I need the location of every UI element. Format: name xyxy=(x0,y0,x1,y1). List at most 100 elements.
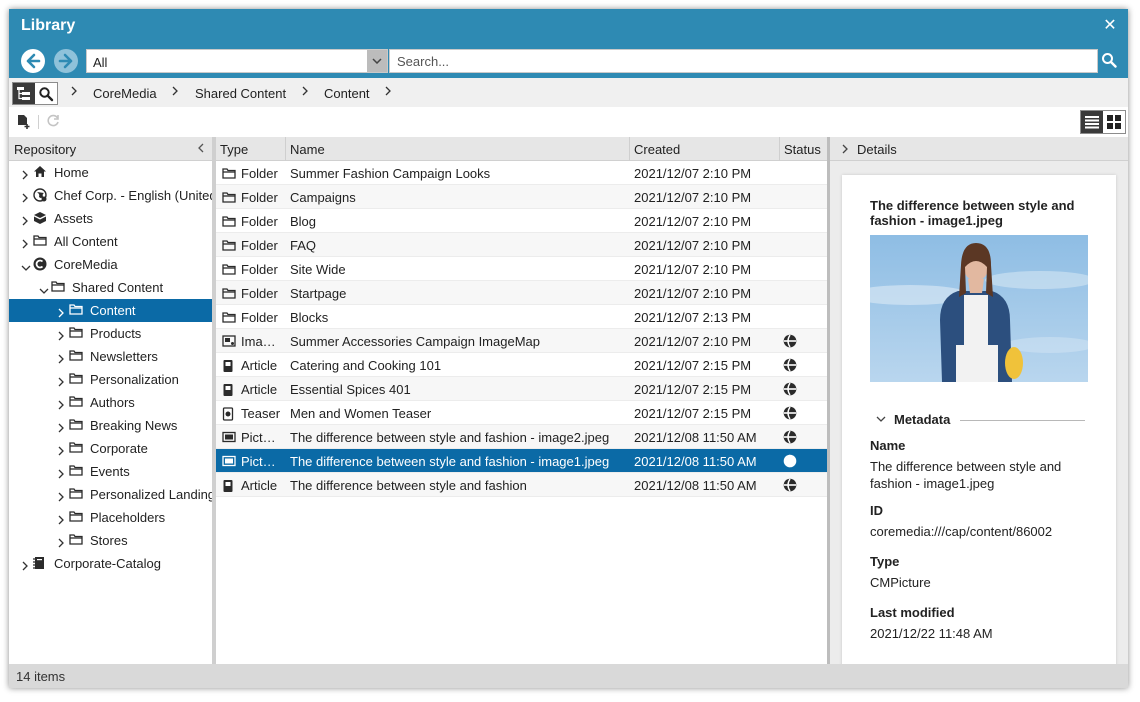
table-row[interactable]: Folder Startpage 2021/12/07 2:10 PM xyxy=(216,281,827,305)
cell-name: Blocks xyxy=(290,310,329,325)
folder-icon xyxy=(69,418,83,433)
tree-item-label: Content xyxy=(90,303,136,318)
chevron-right-icon[interactable] xyxy=(57,444,65,459)
cell-type: Teaser xyxy=(241,406,281,421)
table-row[interactable]: Imag… Summer Accessories Campaign ImageMa… xyxy=(216,329,827,353)
tree-item-newsletters[interactable]: Newsletters xyxy=(9,345,212,368)
chevron-right-icon[interactable] xyxy=(21,214,29,229)
cell-type: Article xyxy=(241,382,278,397)
table-row[interactable]: Folder Blog 2021/12/07 2:10 PM xyxy=(216,209,827,233)
tree-item-chef-corp-english-united[interactable]: Chef Corp. - English (United xyxy=(9,184,212,207)
metadata-section-header[interactable]: Metadata xyxy=(870,412,1088,428)
details-header[interactable]: Details xyxy=(830,137,1128,161)
tree-item-coremedia[interactable]: CoreMedia xyxy=(9,253,212,276)
type-filter-select[interactable]: All xyxy=(86,49,388,73)
collapse-panel-icon[interactable] xyxy=(197,142,205,154)
chevron-down-icon[interactable] xyxy=(367,50,387,72)
tree-item-stores[interactable]: Stores xyxy=(9,529,212,552)
chevron-right-icon[interactable] xyxy=(57,375,65,390)
tree-view-icon[interactable] xyxy=(13,83,35,104)
chevron-right-icon[interactable] xyxy=(21,237,29,252)
tree-item-home[interactable]: Home xyxy=(9,161,212,184)
table-row[interactable]: Folder Site Wide 2021/12/07 2:10 PM xyxy=(216,257,827,281)
folder-icon xyxy=(69,441,83,456)
list-view-icon[interactable] xyxy=(1081,111,1103,133)
column-header-created[interactable]: Created xyxy=(630,137,780,161)
tree-item-corporate-catalog[interactable]: Corporate-Catalog xyxy=(9,552,212,575)
tree-item-products[interactable]: Products xyxy=(9,322,212,345)
tree-item-content[interactable]: Content xyxy=(9,299,212,322)
item-count: 14 items xyxy=(16,669,66,684)
tree-item-assets[interactable]: Assets xyxy=(9,207,212,230)
forward-button[interactable] xyxy=(54,49,78,73)
table-row[interactable]: Pictu… The difference between style and f… xyxy=(216,449,827,473)
search-input[interactable] xyxy=(390,50,1097,72)
column-header-name[interactable]: Name xyxy=(286,137,630,161)
breadcrumb-item-shared-content[interactable]: Shared Content xyxy=(195,86,286,101)
back-button[interactable] xyxy=(21,49,45,73)
tree-item-shared-content[interactable]: Shared Content xyxy=(9,276,212,299)
type-filter-value: All xyxy=(93,55,108,70)
chevron-right-icon xyxy=(385,86,391,96)
tree-item-placeholders[interactable]: Placeholders xyxy=(9,506,212,529)
table-row[interactable]: Folder Summer Fashion Campaign Looks 2021/… xyxy=(216,161,827,185)
tree-item-authors[interactable]: Authors xyxy=(9,391,212,414)
search-icon[interactable] xyxy=(1101,52,1119,70)
tree-item-label: Personalization xyxy=(90,372,179,387)
arrow-left-icon xyxy=(26,53,41,69)
tree-item-personalization[interactable]: Personalization xyxy=(9,368,212,391)
table-row[interactable]: Pictu… The difference between style and f… xyxy=(216,425,827,449)
tree-item-label: Newsletters xyxy=(90,349,158,364)
cell-created: 2021/12/07 2:10 PM xyxy=(634,166,752,181)
cell-type: Article xyxy=(241,358,278,373)
cell-name: Catering and Cooking 101 xyxy=(290,358,442,373)
breadcrumb-item-content[interactable]: Content xyxy=(324,86,370,101)
table-row[interactable]: Article Essential Spices 401 2021/12/07 2:… xyxy=(216,377,827,401)
breadcrumb-item-coremedia[interactable]: CoreMedia xyxy=(93,86,157,101)
tree-item-label: Breaking News xyxy=(90,418,178,433)
chevron-right-icon[interactable] xyxy=(21,559,29,574)
published-icon xyxy=(783,430,797,447)
table-row[interactable]: Folder Blocks 2021/12/07 2:13 PM xyxy=(216,305,827,329)
chevron-down-icon[interactable] xyxy=(39,283,49,298)
column-header-type[interactable]: Type xyxy=(216,137,286,161)
chevron-right-icon[interactable] xyxy=(57,421,65,436)
chevron-right-icon[interactable] xyxy=(57,536,65,551)
chevron-right-icon[interactable] xyxy=(21,168,29,183)
chevron-right-icon[interactable] xyxy=(57,352,65,367)
tree-item-corporate[interactable]: Corporate xyxy=(9,437,212,460)
search-mode-icon[interactable] xyxy=(35,83,57,104)
tree-item-breaking-news[interactable]: Breaking News xyxy=(9,414,212,437)
cell-name: The difference between style and fashion… xyxy=(290,454,610,469)
folder-icon xyxy=(69,349,83,364)
cell-created: 2021/12/08 11:50 AM xyxy=(634,478,757,493)
table-row[interactable]: Article The difference between style and … xyxy=(216,473,827,497)
cell-type: Folder xyxy=(241,166,278,181)
chevron-right-icon[interactable] xyxy=(57,398,65,413)
table-row[interactable]: Folder FAQ 2021/12/07 2:10 PM xyxy=(216,233,827,257)
chevron-right-icon[interactable] xyxy=(21,191,29,206)
table-row[interactable]: Teaser Men and Women Teaser 2021/12/07 2:1… xyxy=(216,401,827,425)
table-row[interactable]: Article Catering and Cooking 101 2021/12/0… xyxy=(216,353,827,377)
new-content-icon[interactable] xyxy=(17,114,31,130)
search-field[interactable] xyxy=(389,49,1098,73)
table-row[interactable]: Folder Campaigns 2021/12/07 2:10 PM xyxy=(216,185,827,209)
chevron-down-icon[interactable] xyxy=(21,260,31,275)
tree-item-events[interactable]: Events xyxy=(9,460,212,483)
chevron-right-icon[interactable] xyxy=(57,467,65,482)
tree-item-all-content[interactable]: All Content xyxy=(9,230,212,253)
section-divider xyxy=(960,420,1085,421)
chevron-right-icon[interactable] xyxy=(57,513,65,528)
cell-name: The difference between style and fashion xyxy=(290,478,527,493)
column-header-status[interactable]: Status xyxy=(780,137,827,161)
refresh-icon[interactable] xyxy=(46,114,60,128)
close-icon[interactable]: ✕ xyxy=(1100,16,1120,36)
content-thumbnail[interactable] xyxy=(870,235,1088,382)
chevron-right-icon[interactable] xyxy=(57,490,65,505)
view-mode-toggle xyxy=(1080,110,1126,134)
thumbnail-view-icon[interactable] xyxy=(1103,111,1125,133)
tree-item-personalized-landing[interactable]: Personalized Landing xyxy=(9,483,212,506)
chevron-right-icon[interactable] xyxy=(57,329,65,344)
site-icon xyxy=(33,188,47,205)
chevron-right-icon[interactable] xyxy=(57,306,65,321)
